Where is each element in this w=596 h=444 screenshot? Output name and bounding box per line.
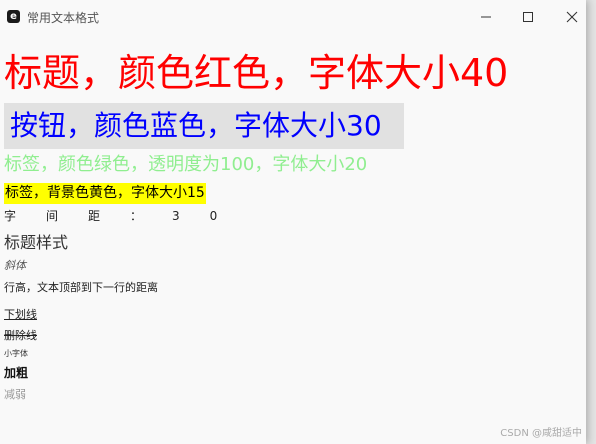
heading-style-label: 标题样式 [4, 233, 69, 252]
yellow-bg-label: 标签，背景色黄色，字体大小15 [4, 183, 206, 204]
green-label: 标签，颜色绿色，透明度为100，字体大小20 [4, 154, 368, 175]
underline-label: 下划线 [4, 308, 37, 321]
title-label: 标题，颜色红色，字体大小40 [4, 51, 509, 95]
weak-label: 减弱 [4, 388, 26, 401]
app-window: e 常用文本格式 标题，颜色红色，字体大小40 按钮，颜色蓝色，字体大小30 标… [0, 0, 586, 444]
bold-label: 加粗 [4, 366, 29, 380]
letter-spacing-label: 字间距：30 [4, 209, 248, 223]
small-font-label: 小字体 [4, 349, 28, 358]
content-area: 标题，颜色红色，字体大小40 按钮，颜色蓝色，字体大小30 标签，颜色绿色，透明… [0, 0, 586, 444]
strikethrough-label: 删除线 [4, 329, 37, 342]
italic-label: 斜体 [4, 259, 26, 272]
line-height-label: 行高，文本顶部到下一行的距离 [4, 281, 158, 294]
watermark: CSDN @咸甜适中 [500, 428, 582, 439]
blue-button[interactable]: 按钮，颜色蓝色，字体大小30 [4, 103, 404, 149]
